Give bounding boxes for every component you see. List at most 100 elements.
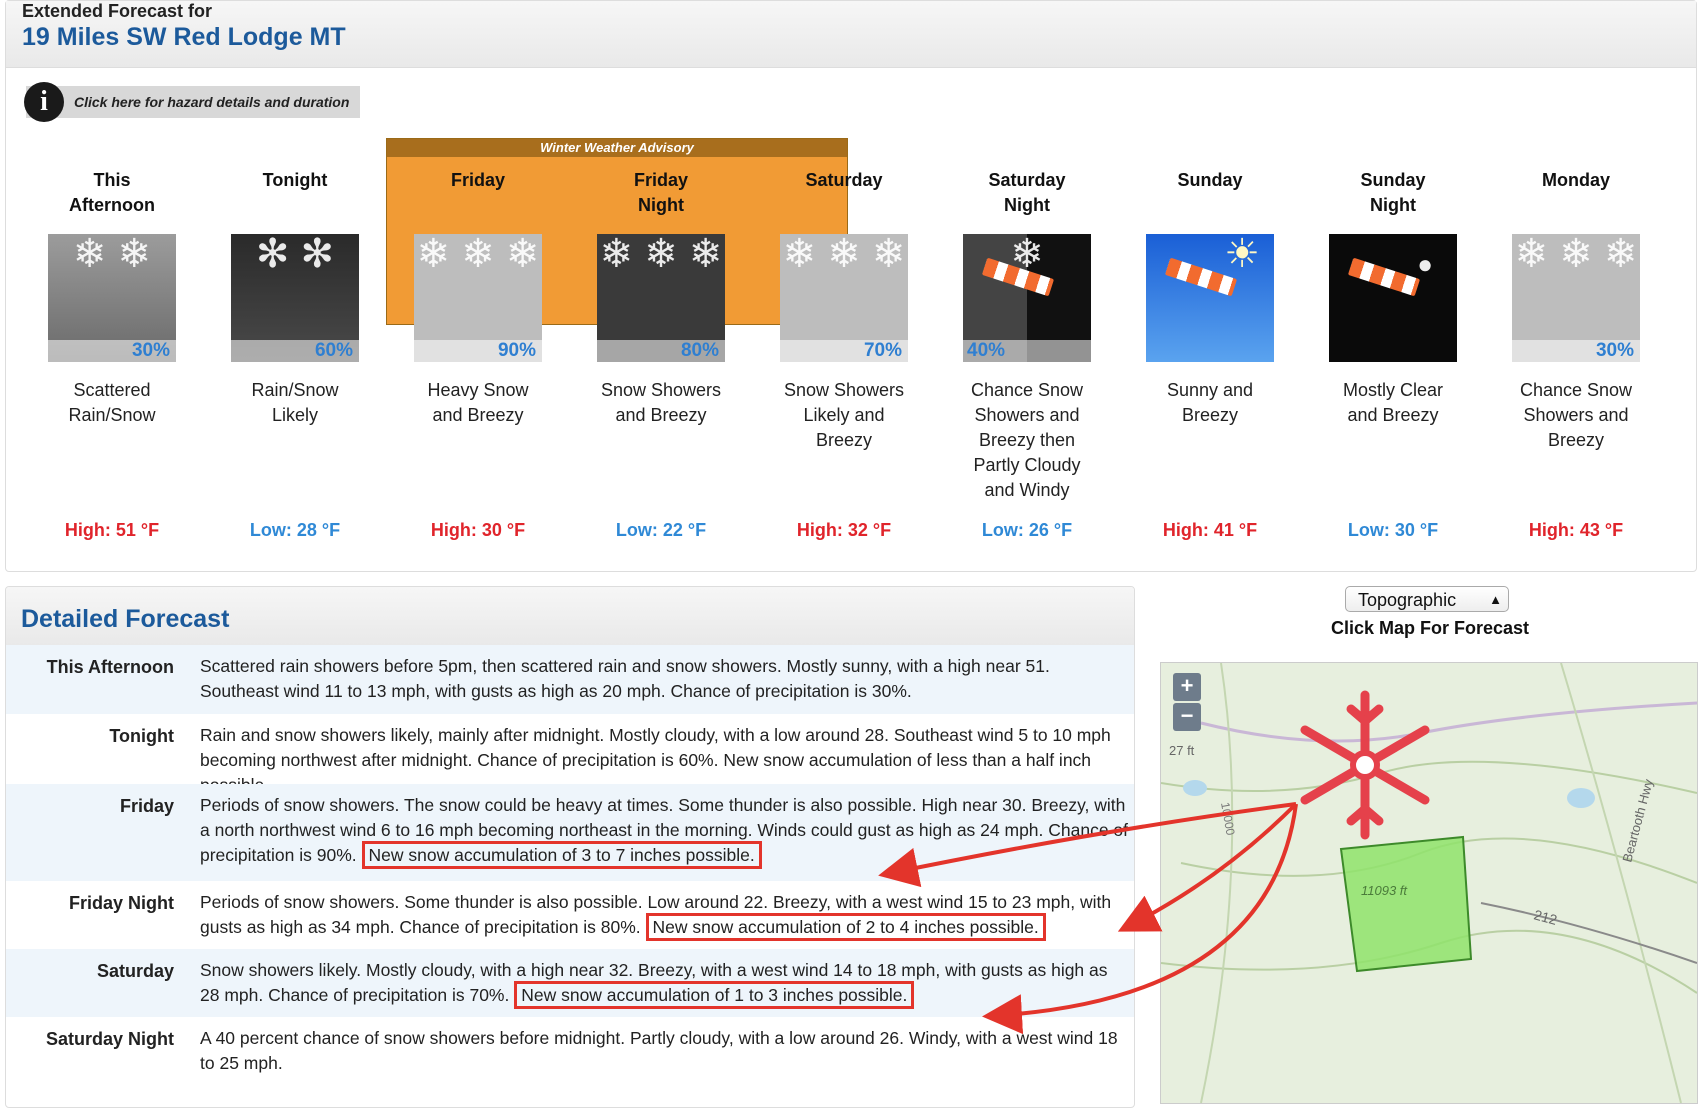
low-temp: Low: 28 °F — [249, 520, 341, 540]
row-text: Periods of snow showers. The snow could … — [200, 793, 1130, 869]
icon-glyphs: ● — [1417, 249, 1433, 279]
snow-night-icon: ❄ ❄ ❄ 80% — [597, 234, 725, 362]
high-temp: High: 43 °F — [1528, 520, 1624, 540]
period-name: Saturday Night — [937, 168, 1117, 224]
forecast-period[interactable]: Sunday ☀ Sunny and Breezy High: 41 °F — [1120, 168, 1300, 540]
forecast-map[interactable]: 27 ft 10000 Beartooth Hwy 212 11093 ft +… — [1160, 662, 1698, 1104]
description-line: Snow Showers — [783, 380, 905, 400]
period-name-line1: Saturday — [988, 170, 1066, 190]
period-name-line1: Friday — [450, 170, 506, 190]
period-name-line1: Tonight — [262, 170, 328, 190]
forecast-period[interactable]: Tonight ✻ ✻ 60% Rain/Snow Likely Low: 28 °F — [205, 168, 385, 540]
description-line: Breezy — [1181, 405, 1239, 425]
description-line: Heavy Snow — [427, 380, 529, 400]
forecast-period[interactable]: Saturday ❄ ❄ ❄ 70% Snow Showers Likely and Br… — [754, 168, 934, 540]
precip-chance: 30% — [48, 340, 176, 362]
forecast-period[interactable]: Sunday Night ● Mostly Clear and Breezy Low: 3… — [1303, 168, 1483, 540]
forecast-period[interactable]: Friday Night ❄ ❄ ❄ 80% Snow Showers and Breez… — [571, 168, 751, 540]
precip-chance: 30% — [1512, 340, 1640, 362]
map-type-value: Topographic — [1358, 590, 1457, 610]
hazard-details-button[interactable]: i Click here for hazard details and dura… — [24, 82, 360, 122]
precip-chance: 70% — [780, 340, 908, 362]
period-name: Sunday Night — [1303, 168, 1483, 224]
period-name-line1: This — [93, 170, 131, 190]
detailed-forecast-panel: Detailed Forecast This Afternoon Scattere… — [5, 586, 1135, 1108]
precip-chance: 90% — [414, 340, 542, 362]
description-line: and Breezy — [1347, 405, 1439, 425]
period-description: Snow Showers and Breezy — [571, 378, 751, 518]
description-line: and Breezy — [615, 405, 707, 425]
high-temp: High: 30 °F — [430, 520, 526, 540]
detailed-forecast-row: Saturday Snow showers likely. Mostly clou… — [6, 949, 1134, 1017]
period-name-line1: Sunday — [1177, 170, 1243, 190]
detailed-forecast-header: Detailed Forecast — [6, 587, 1134, 646]
high-temp: High: 41 °F — [1162, 520, 1258, 540]
map-type-select[interactable]: Topographic ▲ — [1345, 586, 1509, 612]
period-name: Saturday — [754, 168, 934, 224]
info-icon: i — [24, 82, 64, 122]
snow-windsock-night-icon: ❄ 40% — [963, 234, 1091, 362]
row-text: Periods of snow showers. Some thunder is… — [200, 890, 1130, 941]
forecast-period[interactable]: This Afternoon ❄ ❄ 30% Scattered Rain/Snow Hig… — [22, 168, 202, 540]
sunny-windsock-icon: ☀ — [1146, 234, 1274, 362]
detailed-forecast-row: Friday Periods of snow showers. The snow … — [6, 784, 1134, 881]
period-name-line1: Sunday — [1360, 170, 1426, 190]
icon-glyphs: ☀ — [1224, 234, 1260, 276]
map-topo-svg: 27 ft 10000 Beartooth Hwy 212 11093 ft — [1161, 663, 1697, 1103]
detailed-forecast-row: This Afternoon Scattered rain showers bef… — [6, 645, 1134, 714]
low-temp: Low: 22 °F — [615, 520, 707, 540]
period-description: Scattered Rain/Snow — [22, 378, 202, 518]
header-subtitle: Extended Forecast for — [22, 1, 213, 21]
forecast-header: Extended Forecast for 19 Miles SW Red Lo… — [6, 1, 1696, 68]
rain-snow-night-icon: ✻ ✻ 60% — [231, 234, 359, 362]
row-label: Tonight — [109, 726, 174, 746]
detailed-forecast-row: Tonight Rain and snow showers likely, mai… — [6, 714, 1134, 795]
zoom-out-button[interactable]: − — [1173, 703, 1201, 731]
period-name: Tonight — [205, 168, 385, 224]
clear-night-windsock-icon: ● — [1329, 234, 1457, 362]
period-name: Friday Night — [571, 168, 751, 224]
elev-label-1: 27 ft — [1169, 743, 1195, 758]
row-text: Scattered rain showers before 5pm, then … — [200, 654, 1130, 704]
forecast-period[interactable]: Saturday Night ❄ 40% Chance Snow Showers and B… — [937, 168, 1117, 540]
low-temp: Low: 30 °F — [1347, 520, 1439, 540]
description-line: Rain/Snow — [68, 405, 156, 425]
period-description: Chance Snow Showers and Breezy then Partly … — [937, 378, 1117, 518]
period-name-line2: Night — [1370, 195, 1416, 215]
elev-label-3: 11093 ft — [1361, 883, 1408, 898]
rain-snow-icon: ❄ ❄ 30% — [48, 234, 176, 362]
forecast-period[interactable]: Friday ❄ ❄ ❄ 90% Heavy Snow and Breezy High: … — [388, 168, 568, 540]
description-line: Chance Snow — [1519, 380, 1633, 400]
forecast-text: Scattered rain showers before 5pm, then … — [200, 656, 1050, 701]
period-name-line2: Night — [1004, 195, 1050, 215]
row-label: Saturday Night — [45, 1029, 174, 1049]
snow-icon: ❄ ❄ ❄ 30% — [1512, 234, 1640, 362]
advisory-label: Winter Weather Advisory — [387, 139, 847, 157]
snow-icon: ❄ ❄ ❄ 70% — [780, 234, 908, 362]
precip-chance: 80% — [597, 340, 725, 362]
period-description: Chance Snow Showers and Breezy — [1486, 378, 1666, 518]
period-name: Sunday — [1120, 168, 1300, 224]
description-line: Likely and — [803, 405, 885, 425]
forecast-period[interactable]: Monday ❄ ❄ ❄ 30% Chance Snow Showers and Bree… — [1486, 168, 1666, 540]
description-line: Rain/Snow — [251, 380, 339, 400]
period-description: Snow Showers Likely and Breezy — [754, 378, 934, 518]
description-line: Breezy then — [978, 430, 1076, 450]
row-label: Friday — [119, 796, 174, 816]
high-temp: High: 32 °F — [796, 520, 892, 540]
description-line: Breezy — [1547, 430, 1605, 450]
period-name: Friday — [388, 168, 568, 224]
description-line: Partly Cloudy — [973, 455, 1081, 475]
precip-chance: 40% — [963, 340, 1091, 362]
snow-accumulation-highlight: New snow accumulation of 1 to 3 inches p… — [514, 981, 915, 1009]
zoom-in-button[interactable]: + — [1173, 673, 1201, 701]
hazard-details-label: Click here for hazard details and durati… — [74, 94, 350, 110]
snow-accumulation-highlight: New snow accumulation of 2 to 4 inches p… — [645, 913, 1046, 941]
description-line: Breezy — [815, 430, 873, 450]
location-title: 19 Miles SW Red Lodge MT — [22, 23, 346, 51]
detailed-forecast-title: Detailed Forecast — [21, 605, 230, 633]
map-caption: Click Map For Forecast — [1330, 618, 1530, 638]
description-line: and Breezy — [432, 405, 524, 425]
forecast-text: A 40 percent chance of snow showers befo… — [200, 1028, 1118, 1073]
row-text: Snow showers likely. Mostly cloudy, with… — [200, 958, 1130, 1009]
